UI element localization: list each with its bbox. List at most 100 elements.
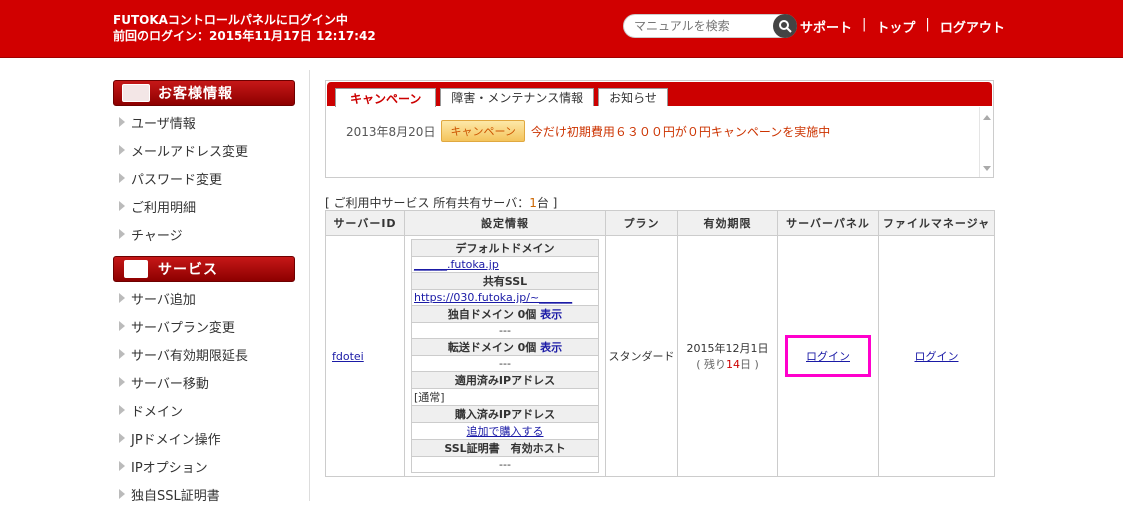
sidebar-item-user-info[interactable]: ユーザ情報 <box>113 108 295 136</box>
forward-domain-show-link[interactable]: 表示 <box>540 341 562 354</box>
tab-campaign[interactable]: キャンペーン <box>335 88 437 107</box>
tab-maintenance[interactable]: 障害・メンテナンス情報 <box>440 88 595 106</box>
applied-ip-head: 適用済みIPアドレス <box>411 371 599 389</box>
ssl-cert-value: --- <box>411 456 599 473</box>
shared-ssl-head: 共有SSL <box>411 272 599 290</box>
scroll-up-icon[interactable] <box>983 115 991 120</box>
forward-domain-label: 転送ドメイン 0個 <box>447 341 537 354</box>
table-header-row: サーバーID 設定情報 プラン 有効期限 サーバーパネル ファイルマネージャ <box>325 210 995 236</box>
settings-cell: デフォルトドメイン ______.futoka.jp 共有SSL https:/… <box>404 235 606 477</box>
remaining-prefix: ( 残り <box>696 358 726 371</box>
col-plan: プラン <box>605 210 678 236</box>
sidebar-item-server-add[interactable]: サーバ追加 <box>113 284 295 312</box>
service-title: サービス <box>158 262 218 278</box>
highlight-box: ログイン <box>785 335 871 377</box>
manual-search-input[interactable] <box>634 18 774 34</box>
sidebar-item-ssl-cert[interactable]: 独自SSL証明書 <box>113 480 295 508</box>
last-login-line: 前回のログイン：2015年11月17日 12:17:42 <box>113 29 376 43</box>
tab-news[interactable]: お知らせ <box>598 88 668 106</box>
sidebar-item-label: サーバプラン変更 <box>131 320 235 336</box>
server-id-link[interactable]: fdotei <box>332 350 364 363</box>
services-caption: [ ご利用中サービス 所有共有サーバ：1台 ] <box>325 194 557 211</box>
sidebar-item-label: ユーザ情報 <box>131 116 196 132</box>
sidebar-item-expiry-extend[interactable]: サーバ有効期限延長 <box>113 340 295 368</box>
remaining-days: 14 <box>726 358 740 371</box>
triangle-icon <box>119 405 125 415</box>
campaign-text[interactable]: 今だけ初期費用６３００円が０円キャンペーンを実施中 <box>531 123 830 140</box>
purchased-ip-head: 購入済みIPアドレス <box>411 405 599 423</box>
triangle-icon <box>119 461 125 471</box>
sidebar-item-server-move[interactable]: サーバー移動 <box>113 368 295 396</box>
default-domain-link[interactable]: ______.futoka.jp <box>414 258 499 271</box>
col-file-manager: ファイルマネージャ <box>878 210 995 236</box>
triangle-icon <box>119 293 125 303</box>
customer-card-icon <box>122 84 150 102</box>
expiry-remaining: ( 残り14日 ) <box>678 356 777 372</box>
expiry-date: 2015年12月1日 <box>686 342 769 355</box>
sidebar-item-charge[interactable]: チャージ <box>113 220 295 248</box>
forward-domain-head: 転送ドメイン 0個 表示 <box>411 338 599 356</box>
support-link[interactable]: サポート <box>800 17 852 36</box>
table-row: fdotei デフォルトドメイン ______.futoka.jp 共有SSL … <box>325 235 995 477</box>
top-header: FUTOKAコントロールパネルにログイン中 前回のログイン：2015年11月17… <box>0 0 1123 58</box>
col-server-id: サーバーID <box>325 210 405 236</box>
server-panel-login-link[interactable]: ログイン <box>806 350 850 363</box>
triangle-icon <box>119 201 125 211</box>
triangle-icon <box>119 145 125 155</box>
nav-separator: | <box>925 17 930 32</box>
settings-table: デフォルトドメイン ______.futoka.jp 共有SSL https:/… <box>411 239 599 473</box>
sidebar-item-label: サーバ追加 <box>131 292 196 308</box>
sidebar-item-jp-domain[interactable]: JPドメイン操作 <box>113 424 295 452</box>
shared-ssl-link[interactable]: https://030.futoka.jp/~______ <box>414 291 572 304</box>
sidebar-item-domain[interactable]: ドメイン <box>113 396 295 424</box>
sidebar-item-email-change[interactable]: メールアドレス変更 <box>113 136 295 164</box>
own-domain-show-link[interactable]: 表示 <box>540 308 562 321</box>
top-link[interactable]: トップ <box>876 17 915 36</box>
file-manager-login-link[interactable]: ログイン <box>915 350 959 363</box>
sidebar-item-ip-option[interactable]: IPオプション <box>113 452 295 480</box>
triangle-icon <box>119 349 125 359</box>
col-server-panel: サーバーパネル <box>777 210 879 236</box>
customer-info-title: お客様情報 <box>158 86 233 102</box>
plan-cell: スタンダード <box>605 235 678 477</box>
login-status: FUTOKAコントロールパネルにログイン中 前回のログイン：2015年11月17… <box>113 12 376 44</box>
applied-ip-value: [通常] <box>411 388 599 406</box>
notice-scrollbar[interactable] <box>979 107 993 177</box>
col-expiry: 有効期限 <box>677 210 778 236</box>
triangle-icon <box>119 377 125 387</box>
scroll-down-icon[interactable] <box>983 166 991 171</box>
sidebar-item-billing[interactable]: ご利用明細 <box>113 192 295 220</box>
sidebar-item-plan-change[interactable]: サーバプラン変更 <box>113 312 295 340</box>
caption-suffix: 台 ] <box>536 196 558 210</box>
login-status-line: FUTOKAコントロールパネルにログイン中 <box>113 13 348 27</box>
own-domain-head: 独自ドメイン 0個 表示 <box>411 305 599 323</box>
notice-tab-bar: キャンペーン 障害・メンテナンス情報 お知らせ <box>327 82 992 107</box>
own-domain-value: --- <box>411 322 599 339</box>
services-table: サーバーID 設定情報 プラン 有効期限 サーバーパネル ファイルマネージャ f… <box>325 210 995 477</box>
purchase-ip-link[interactable]: 追加で購入する <box>467 425 544 438</box>
col-settings: 設定情報 <box>404 210 606 236</box>
triangle-icon <box>119 229 125 239</box>
logout-link[interactable]: ログアウト <box>940 17 1005 36</box>
ssl-cert-head: SSL証明書 有効ホスト <box>411 439 599 457</box>
sidebar-item-label: サーバ有効期限延長 <box>131 348 248 364</box>
sidebar: お客様情報 ユーザ情報 メールアドレス変更 パスワード変更 ご利用明細 チャージ… <box>113 80 295 508</box>
file-manager-cell: ログイン <box>878 235 995 477</box>
sidebar-item-label: ドメイン <box>131 404 184 420</box>
gift-icon <box>124 260 148 278</box>
server-panel-cell: ログイン <box>777 235 879 477</box>
campaign-badge: キャンペーン <box>441 120 525 142</box>
service-heading: サービス <box>113 256 295 282</box>
forward-domain-value: --- <box>411 355 599 372</box>
default-domain-head: デフォルトドメイン <box>411 239 599 257</box>
sidebar-item-label: メールアドレス変更 <box>131 144 249 160</box>
sidebar-item-label: JPドメイン操作 <box>131 432 221 448</box>
customer-info-heading: お客様情報 <box>113 80 295 106</box>
triangle-icon <box>119 321 125 331</box>
sidebar-item-password-change[interactable]: パスワード変更 <box>113 164 295 192</box>
notice-panel: キャンペーン 障害・メンテナンス情報 お知らせ 2013年8月20日 キャンペー… <box>325 80 994 178</box>
search-icon[interactable] <box>773 14 797 38</box>
triangle-icon <box>119 173 125 183</box>
notice-tabs: キャンペーン 障害・メンテナンス情報 お知らせ <box>335 88 668 107</box>
triangle-icon <box>119 489 125 499</box>
